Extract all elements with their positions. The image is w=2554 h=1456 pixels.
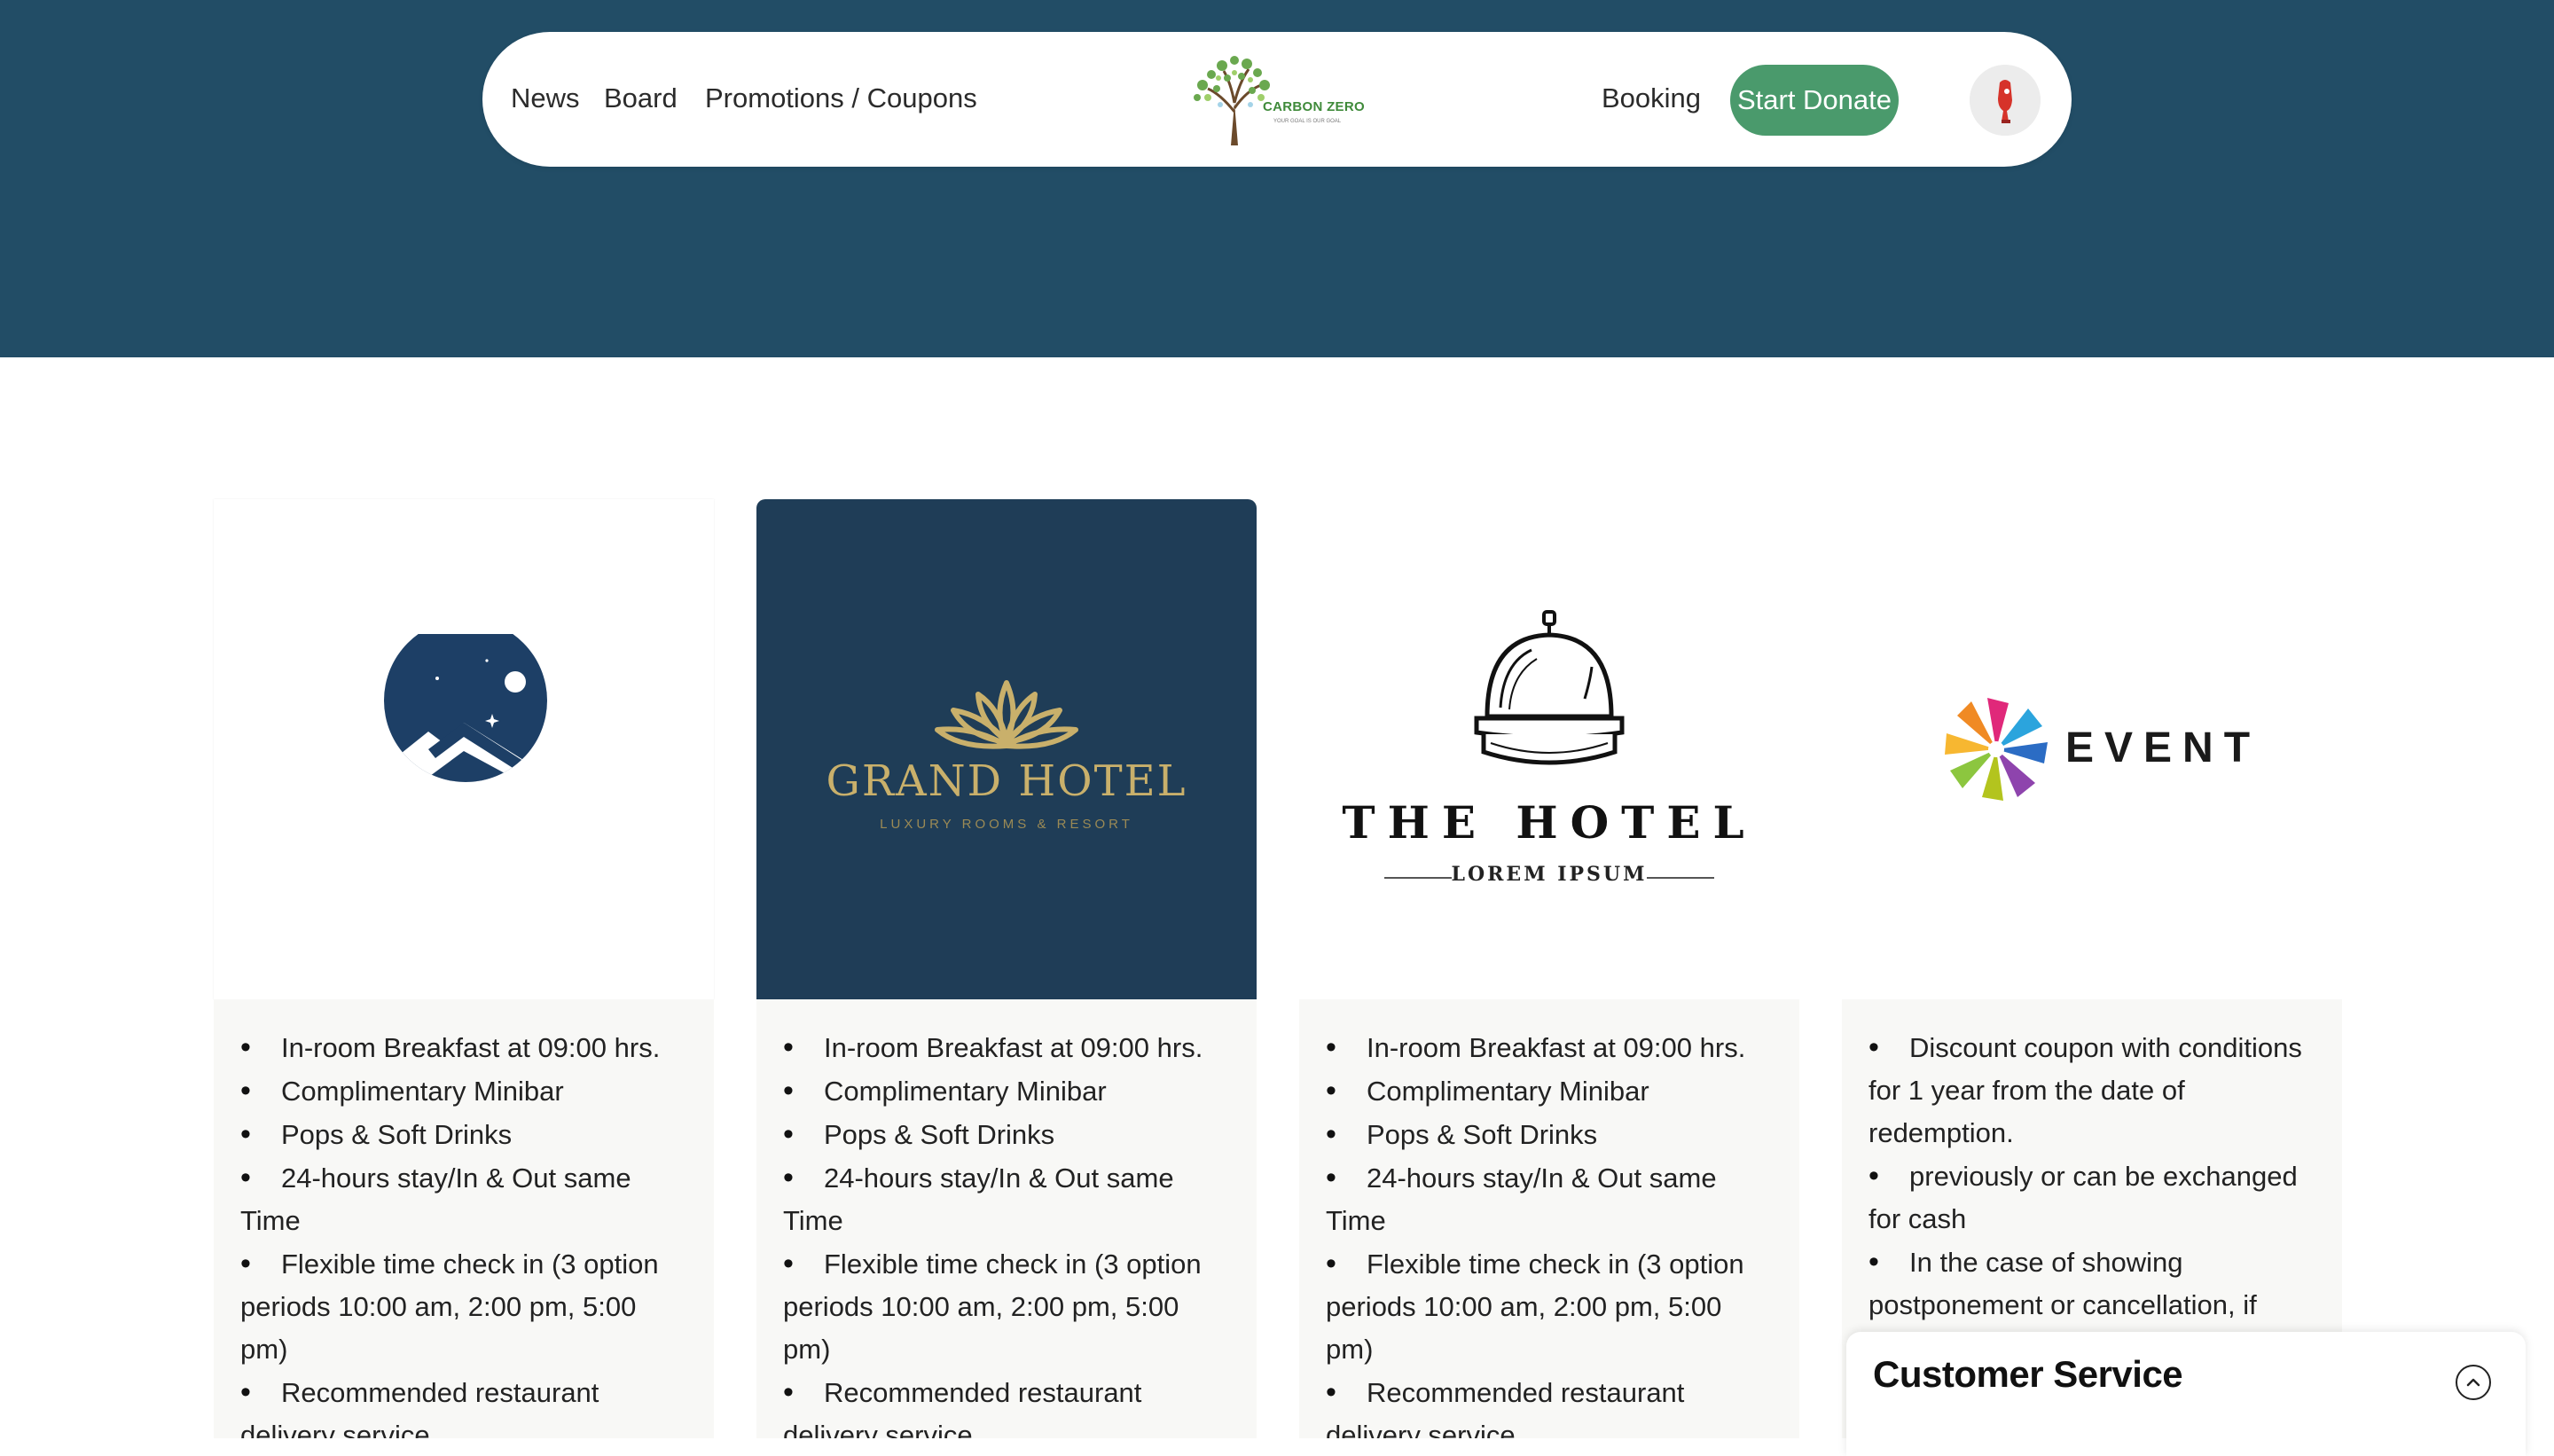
event-logo-image: EVENT: [1842, 499, 2342, 999]
pinwheel-logo: [1945, 698, 2048, 801]
feature-item: Flexible time check in (3 option periods…: [240, 1242, 687, 1371]
card-features: In-room Breakfast at 09:00 hrs. Complime…: [756, 999, 1257, 1438]
feature-item: Discount coupon with conditions for 1 ye…: [1868, 1026, 2315, 1155]
feature-list: In-room Breakfast at 09:00 hrs. Complime…: [756, 999, 1257, 1438]
feature-item: Flexible time check in (3 option periods…: [783, 1242, 1230, 1371]
card-features: In-room Breakfast at 09:00 hrs. Complime…: [214, 999, 714, 1438]
customer-service-panel[interactable]: Customer Service: [1846, 1332, 2526, 1456]
feature-item: Recommended restaurant delivery service: [783, 1371, 1230, 1438]
feature-item: In-room Breakfast at 09:00 hrs.: [240, 1026, 687, 1069]
user-avatar-icon[interactable]: [1970, 65, 2041, 136]
feature-item: In-room Breakfast at 09:00 hrs.: [783, 1026, 1230, 1069]
grand-hotel-wordmark: GRAND HOTEL: [826, 756, 1187, 806]
feature-item: Pops & Soft Drinks: [1326, 1113, 1773, 1156]
promo-card-event[interactable]: EVENT Discount coupon with conditions fo…: [1842, 499, 2342, 1438]
feature-item: Flexible time check in (3 option periods…: [1326, 1242, 1773, 1371]
feature-item: Recommended restaurant delivery service: [1326, 1371, 1773, 1438]
grand-hotel-logo-image: [756, 499, 1257, 999]
hotel-logo-image: [214, 499, 714, 999]
feature-item: 24-hours stay/In & Out same Time: [783, 1156, 1230, 1242]
grand-hotel-subtitle: LUXURY ROOMS & RESORT: [880, 817, 1133, 832]
nav-link-news[interactable]: News: [511, 76, 580, 121]
feature-list: In-room Breakfast at 09:00 hrs. Complime…: [214, 999, 714, 1438]
user-avatar-image: [1970, 65, 2041, 136]
service-bell-logo: [1474, 610, 1625, 765]
promo-card-hotel[interactable]: In-room Breakfast at 09:00 hrs. Complime…: [214, 499, 714, 1438]
feature-item: Pops & Soft Drinks: [783, 1113, 1230, 1156]
the-hotel-wordmark: THE HOTEL: [1342, 796, 1757, 849]
nav-link-booking[interactable]: Booking: [1602, 76, 1701, 121]
chevron-up-glyph: [2466, 1378, 2480, 1387]
event-wordmark: EVENT: [2065, 724, 2261, 771]
feature-item: 24-hours stay/In & Out same Time: [1326, 1156, 1773, 1242]
the-hotel-subtitle: LOREM IPSUM: [1451, 863, 1648, 886]
feature-item: In-room Breakfast at 09:00 hrs.: [1326, 1026, 1773, 1069]
logo-tagline: YOUR GOAL IS OUR GOAL: [1273, 119, 1342, 124]
carbon-zero-logo[interactable]: CARBON ZERO YOUR GOAL IS OUR GOAL: [1185, 50, 1380, 149]
feature-item: 24-hours stay/In & Out same Time: [240, 1156, 687, 1242]
promo-card-the-hotel[interactable]: THE HOTEL LOREM IPSUM In-room Breakfast …: [1299, 499, 1799, 1438]
feature-item: In the case of showing postponement or c…: [1868, 1241, 2315, 1327]
start-donate-button[interactable]: Start Donate: [1730, 65, 1899, 136]
nav-link-promotions[interactable]: Promotions / Coupons: [705, 76, 977, 121]
divider-right: [1647, 877, 1714, 879]
logo-wordmark: CARBON ZERO: [1263, 99, 1365, 114]
feature-item: previously or can be exchanged for cash: [1868, 1155, 2315, 1241]
promo-card-grand-hotel[interactable]: GRAND HOTEL LUXURY ROOMS & RESORT In-roo…: [756, 499, 1257, 1438]
top-navbar: News Board Promotions / Coupons CARBON Z…: [482, 32, 2072, 167]
chevron-up-icon[interactable]: [2456, 1365, 2491, 1400]
feature-item: Pops & Soft Drinks: [240, 1113, 687, 1156]
hotel-moon-house-logo: [384, 634, 547, 782]
the-hotel-logo-image: [1299, 499, 1799, 999]
feature-item: Complimentary Minibar: [240, 1069, 687, 1113]
feature-list: Discount coupon with conditions for 1 ye…: [1842, 999, 2342, 1327]
customer-service-title: Customer Service: [1873, 1353, 2183, 1395]
feature-item: Complimentary Minibar: [1326, 1069, 1773, 1113]
feature-item: Complimentary Minibar: [783, 1069, 1230, 1113]
nav-link-board[interactable]: Board: [604, 76, 678, 121]
card-features: In-room Breakfast at 09:00 hrs. Complime…: [1299, 999, 1799, 1438]
feature-list: In-room Breakfast at 09:00 hrs. Complime…: [1299, 999, 1799, 1438]
feature-item: Recommended restaurant delivery service: [240, 1371, 687, 1438]
